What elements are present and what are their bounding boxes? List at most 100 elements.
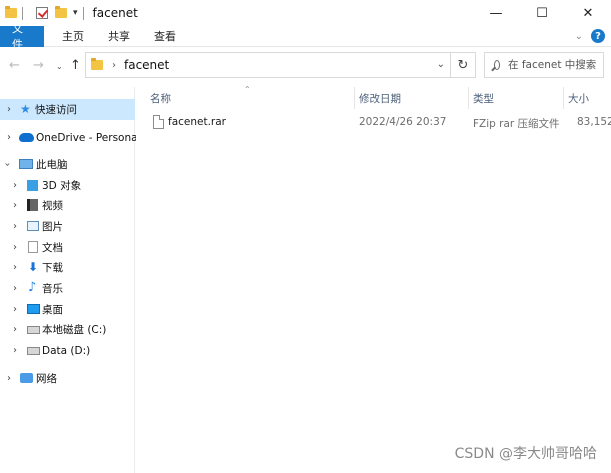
search-input[interactable] [508, 59, 603, 71]
download-icon: ⬇ [28, 260, 39, 274]
column-divider[interactable] [563, 87, 564, 109]
column-divider[interactable] [468, 87, 469, 109]
breadcrumb-separator-icon[interactable]: › [112, 60, 116, 71]
network-icon [20, 373, 33, 383]
nav-item-label: 图片 [42, 221, 63, 233]
refresh-button[interactable]: ↻ [451, 52, 476, 78]
column-header-name[interactable]: 名称 [150, 87, 171, 109]
drive-icon [27, 326, 40, 334]
collapse-chevron-icon[interactable]: › [2, 163, 13, 167]
tab-file[interactable]: 文件 [0, 22, 44, 51]
nav-item-onedrive[interactable]: › OneDrive - Personal [0, 127, 140, 148]
ribbon-right: ⌄ ? [575, 29, 605, 43]
window-title: facenet [92, 6, 138, 20]
nav-item-videos[interactable]: › 视频 [0, 195, 135, 216]
nav-item-label: 3D 对象 [42, 180, 82, 192]
properties-icon[interactable] [36, 7, 48, 19]
expand-chevron-icon[interactable]: › [13, 242, 17, 253]
column-header-modified[interactable]: 修改日期 [359, 87, 401, 109]
tab-share[interactable]: 共享 [96, 26, 142, 47]
nav-item-label: 此电脑 [36, 159, 68, 171]
computer-icon [19, 159, 33, 169]
expand-chevron-icon[interactable]: › [13, 180, 17, 191]
file-modified: 2022/4/26 20:37 [359, 116, 447, 128]
pictures-icon [27, 221, 39, 231]
file-icon [153, 115, 164, 129]
breadcrumb-facenet[interactable]: facenet [124, 58, 169, 72]
address-bar[interactable]: › facenet ⌄ [85, 52, 451, 78]
maximize-button[interactable]: ☐ [519, 0, 565, 26]
nav-item-network[interactable]: › 网络 [0, 368, 135, 389]
expand-ribbon-icon[interactable]: ⌄ [575, 31, 583, 42]
drive-icon [27, 347, 40, 355]
nav-item-downloads[interactable]: › ⬇ 下载 [0, 257, 135, 278]
search-box[interactable] [484, 52, 604, 78]
search-icon [494, 60, 500, 70]
expand-chevron-icon[interactable]: › [7, 132, 11, 143]
recent-locations-icon[interactable]: ⌄ [56, 62, 63, 71]
address-dropdown-icon[interactable]: ⌄ [437, 59, 445, 70]
nav-item-label: 桌面 [42, 304, 63, 316]
music-icon: ♪ [28, 280, 37, 295]
back-arrow-icon[interactable]: ← [9, 58, 20, 73]
expand-chevron-icon[interactable]: › [7, 104, 11, 115]
tab-view[interactable]: 查看 [142, 26, 188, 47]
nav-item-label: OneDrive - Personal [36, 131, 141, 144]
file-type: FZip rar 压缩文件 [473, 118, 560, 130]
file-list: ⌃ 名称 修改日期 类型 大小 facenet.rar 2022/4/26 20… [136, 85, 611, 473]
minimize-button[interactable]: — [473, 0, 519, 26]
nav-item-quick-access[interactable]: › ★ 快速访问 [0, 99, 135, 120]
nav-item-label: 视频 [42, 200, 63, 212]
ribbon-tabs: 文件 主页 共享 查看 ⌄ ? [0, 22, 611, 51]
forward-arrow-icon[interactable]: → [33, 58, 44, 73]
watermark: CSDN @李大帅哥哈哈 [454, 446, 597, 462]
nav-item-label: 快速访问 [35, 104, 77, 116]
sort-ascending-icon: ⌃ [244, 85, 251, 94]
nav-item-data-d[interactable]: › Data (D:) [0, 340, 135, 361]
file-name[interactable]: facenet.rar [168, 116, 226, 128]
desktop-icon [27, 304, 40, 314]
new-folder-icon[interactable] [55, 6, 67, 18]
nav-item-label: 文档 [42, 242, 63, 254]
tab-home[interactable]: 主页 [50, 26, 96, 47]
column-divider[interactable] [354, 87, 355, 109]
nav-item-label: 下载 [42, 262, 63, 274]
help-icon[interactable]: ? [591, 29, 605, 43]
expand-chevron-icon[interactable]: › [13, 221, 17, 232]
expand-chevron-icon[interactable]: › [13, 283, 17, 294]
cloud-icon [19, 133, 34, 142]
nav-item-music[interactable]: › ♪ 音乐 [0, 278, 135, 299]
refresh-icon: ↻ [457, 57, 469, 73]
file-row[interactable]: facenet.rar 2022/4/26 20:37 FZip rar 压缩文… [136, 113, 611, 134]
expand-chevron-icon[interactable]: › [13, 262, 17, 273]
nav-item-desktop[interactable]: › 桌面 [0, 299, 135, 320]
up-arrow-icon[interactable]: ↑ [70, 58, 81, 73]
file-size: 83,152 [577, 116, 611, 128]
folder-icon [91, 58, 103, 70]
divider [82, 6, 84, 20]
video-icon [27, 199, 38, 211]
expand-chevron-icon[interactable]: › [13, 345, 17, 356]
nav-item-this-pc[interactable]: › 此电脑 [0, 154, 135, 175]
3d-objects-icon [27, 180, 38, 191]
title-bar: ▾ facenet — ☐ ✕ [0, 0, 611, 26]
column-header-size[interactable]: 大小 [568, 87, 589, 109]
nav-item-label: 本地磁盘 (C:) [42, 324, 107, 336]
nav-item-label: 网络 [36, 373, 57, 385]
nav-item-documents[interactable]: › 文档 [0, 237, 135, 258]
window-controls: — ☐ ✕ [473, 0, 611, 26]
nav-item-local-disk-c[interactable]: › 本地磁盘 (C:) [0, 319, 135, 340]
star-icon: ★ [20, 102, 31, 116]
nav-item-label: Data (D:) [42, 344, 91, 357]
nav-item-3d-objects[interactable]: › 3D 对象 [0, 175, 135, 196]
address-row: ← → ⌄ ↑ › facenet ⌄ ↻ [0, 47, 611, 87]
nav-item-pictures[interactable]: › 图片 [0, 216, 135, 237]
expand-chevron-icon[interactable]: › [13, 200, 17, 211]
close-button[interactable]: ✕ [565, 0, 611, 26]
navigation-pane: › ★ 快速访问 › OneDrive - Personal › 此电脑 › 3… [0, 87, 140, 473]
expand-chevron-icon[interactable]: › [13, 324, 17, 335]
expand-chevron-icon[interactable]: › [7, 373, 11, 384]
expand-chevron-icon[interactable]: › [13, 304, 17, 315]
column-header-type[interactable]: 类型 [473, 87, 494, 109]
customize-toolbar-icon[interactable]: ▾ [73, 8, 78, 18]
